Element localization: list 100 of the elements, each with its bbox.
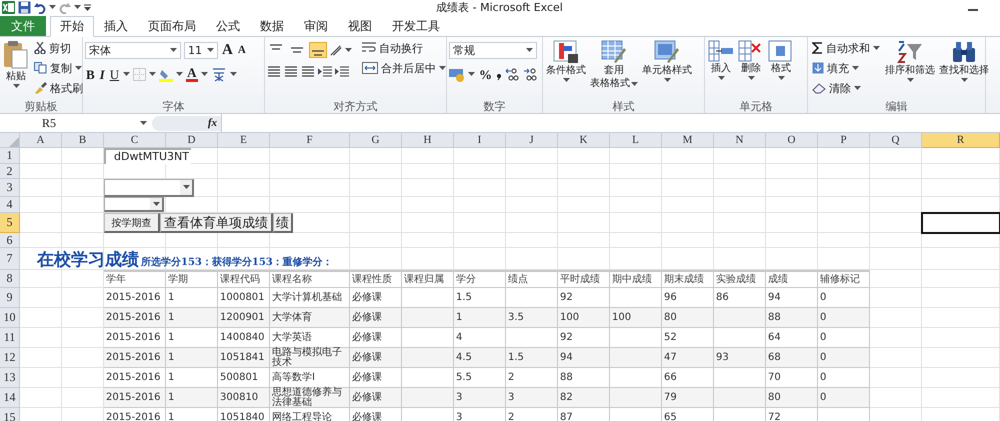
- column-header[interactable]: C: [104, 133, 166, 148]
- column-header[interactable]: I: [454, 133, 506, 148]
- grow-font-button[interactable]: A: [221, 43, 234, 58]
- row-header[interactable]: 14: [0, 388, 20, 408]
- caret-icon: [182, 185, 190, 190]
- format-as-table-button[interactable]: 套用 表格格式: [589, 39, 639, 91]
- row-header[interactable]: 1: [0, 148, 20, 164]
- row-header[interactable]: 10: [0, 308, 20, 328]
- column-header[interactable]: P: [818, 133, 870, 148]
- column-header[interactable]: G: [350, 133, 402, 148]
- column-header[interactable]: L: [610, 133, 662, 148]
- conditional-formatting-button[interactable]: 条件格式: [545, 39, 587, 84]
- phonetic-guide-icon[interactable]: [210, 67, 227, 82]
- row-header[interactable]: 6: [0, 233, 20, 248]
- row-header[interactable]: 12: [0, 348, 20, 368]
- caret-icon: [873, 46, 880, 50]
- selected-cell[interactable]: [921, 212, 1000, 234]
- copy-button[interactable]: 复制: [32, 59, 85, 77]
- column-header[interactable]: B: [62, 133, 104, 148]
- row-header[interactable]: 2: [0, 164, 20, 179]
- delete-cells-button[interactable]: 删除: [737, 39, 765, 82]
- combo-box[interactable]: [104, 197, 164, 212]
- align-icon[interactable]: [301, 66, 315, 78]
- ribbon-tab[interactable]: 审阅: [294, 16, 338, 36]
- ribbon-tab[interactable]: 视图: [338, 16, 382, 36]
- bold-button[interactable]: B: [85, 67, 96, 82]
- ribbon-tab[interactable]: 开发工具: [382, 16, 450, 36]
- name-box[interactable]: R5: [20, 116, 152, 130]
- column-header[interactable]: E: [218, 133, 270, 148]
- group-label: 编辑: [884, 99, 908, 113]
- wrap-text-button[interactable]: 自动换行: [360, 39, 448, 57]
- column-header[interactable]: N: [714, 133, 766, 148]
- undo-icon[interactable]: [34, 2, 46, 14]
- sports-scores-button[interactable]: 查看体育单项成绩: [160, 213, 273, 233]
- column-header[interactable]: J: [506, 133, 558, 148]
- row-header[interactable]: 9: [0, 288, 20, 308]
- column-header[interactable]: Q: [870, 133, 922, 148]
- row-header[interactable]: 7: [0, 248, 20, 270]
- row-header[interactable]: 5: [0, 213, 20, 233]
- align-icon[interactable]: [284, 66, 298, 78]
- column-header[interactable]: A: [20, 133, 62, 148]
- cell-styles-button[interactable]: 单元格样式: [641, 39, 693, 84]
- ribbon-tab[interactable]: 文件: [0, 16, 46, 36]
- fill-button[interactable]: 填充: [810, 59, 882, 77]
- column-header[interactable]: R: [922, 133, 1000, 148]
- column-header[interactable]: O: [766, 133, 818, 148]
- autosum-button[interactable]: 自动求和: [810, 39, 882, 57]
- row-header[interactable]: 8: [0, 270, 20, 288]
- insert-cells-button[interactable]: 插入: [707, 39, 735, 82]
- indent-icon[interactable]: [335, 66, 349, 78]
- vertical-align-button[interactable]: [309, 42, 327, 58]
- column-header[interactable]: D: [166, 133, 218, 148]
- percent-button[interactable]: %: [478, 67, 493, 82]
- clear-button[interactable]: 清除: [810, 79, 882, 97]
- decrease-decimal-icon[interactable]: [523, 68, 538, 81]
- indent-icon[interactable]: [318, 66, 332, 78]
- sort-filter-button[interactable]: 排序和筛选: [884, 39, 936, 84]
- find-select-button[interactable]: 查找和选择: [938, 39, 990, 84]
- font-name-field[interactable]: 宋体: [85, 42, 181, 59]
- column-header[interactable]: K: [558, 133, 610, 148]
- column-header[interactable]: H: [402, 133, 454, 148]
- ribbon-tab[interactable]: 开始: [50, 16, 94, 37]
- increase-decimal-icon[interactable]: [505, 68, 520, 81]
- borders-icon[interactable]: [133, 68, 146, 81]
- text-box[interactable]: dDwtMTU3NT: [104, 148, 191, 164]
- align-icon[interactable]: [267, 66, 281, 78]
- ribbon-tab[interactable]: 页面布局: [138, 16, 206, 36]
- fill-color-icon[interactable]: [159, 68, 174, 82]
- row-header[interactable]: 3: [0, 179, 20, 197]
- text-orientation-icon[interactable]: [330, 44, 342, 56]
- table-cell: 1: [166, 368, 218, 388]
- currency-icon[interactable]: [449, 68, 465, 82]
- font-color-button[interactable]: A: [186, 67, 198, 82]
- ribbon-tab[interactable]: 数据: [250, 16, 294, 36]
- cut-button[interactable]: 剪切: [32, 39, 85, 57]
- caret-icon: [960, 78, 968, 83]
- row-header[interactable]: 15: [0, 408, 20, 421]
- row-header[interactable]: 4: [0, 197, 20, 213]
- column-header[interactable]: F: [270, 133, 350, 148]
- query-by-term-button[interactable]: 按学期查: [104, 213, 160, 233]
- format-painter-button[interactable]: 格式刷: [32, 79, 85, 97]
- merge-center-button[interactable]: 合并后居中: [360, 59, 448, 77]
- row-header[interactable]: 11: [0, 328, 20, 348]
- row-header[interactable]: 13: [0, 368, 20, 388]
- shrink-font-button[interactable]: A: [236, 43, 247, 58]
- customize-menu-icon[interactable]: [84, 4, 91, 12]
- combo-box[interactable]: [104, 179, 194, 197]
- scores-button[interactable]: 绩: [273, 213, 293, 233]
- paste-button[interactable]: 粘贴: [2, 39, 30, 90]
- ribbon-tab[interactable]: 公式: [206, 16, 250, 36]
- save-icon[interactable]: [18, 1, 31, 14]
- column-header[interactable]: M: [662, 133, 714, 148]
- ribbon-tab[interactable]: 插入: [94, 16, 138, 36]
- number-format-field[interactable]: 常规: [449, 42, 537, 59]
- insert-function-button[interactable]: fx: [208, 117, 217, 129]
- underline-button[interactable]: U: [108, 67, 120, 82]
- excel-logo-icon[interactable]: [2, 1, 15, 14]
- italic-button[interactable]: I: [98, 67, 106, 82]
- font-size-field[interactable]: 11: [184, 42, 218, 59]
- format-cells-button[interactable]: 格式: [767, 39, 795, 82]
